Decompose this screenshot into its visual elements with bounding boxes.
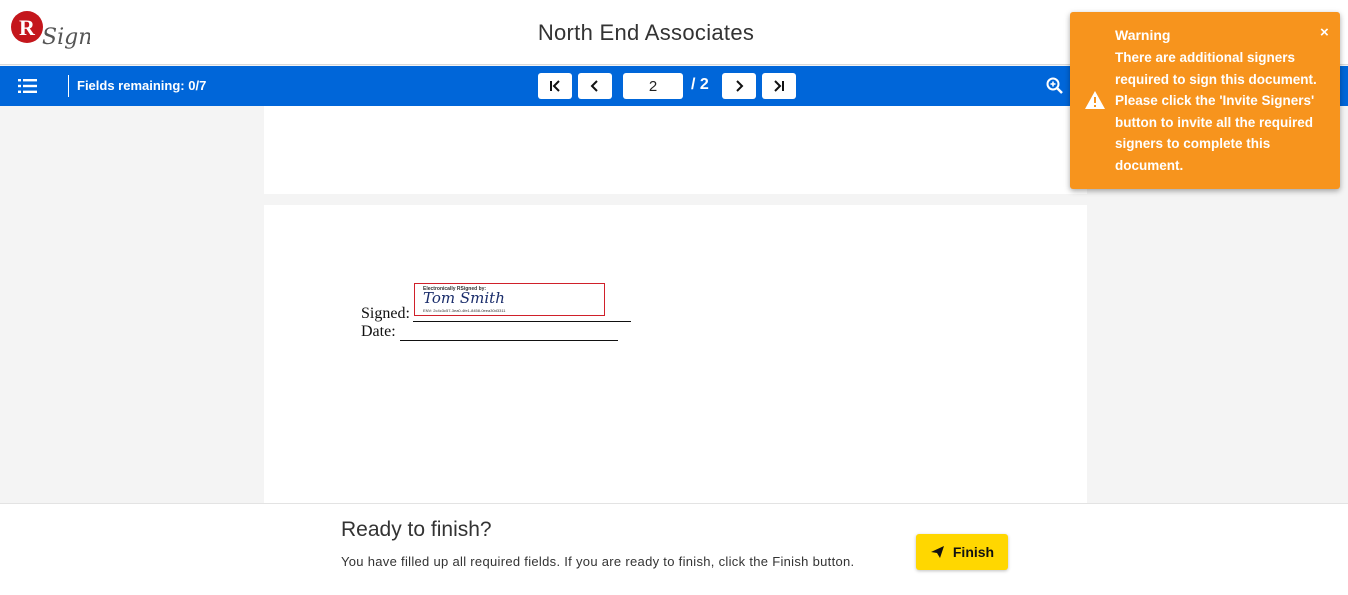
toolbar-divider (68, 75, 69, 97)
zoom-in-icon[interactable] (1045, 76, 1065, 96)
page-total: / 2 (691, 76, 709, 93)
signed-label: Signed: (361, 305, 410, 322)
chevron-right-icon (736, 80, 744, 92)
previous-page-button[interactable] (578, 73, 612, 99)
list-menu-icon[interactable] (16, 76, 40, 96)
signature-field[interactable]: Electronically RSigned by: Tom Smith ENV… (414, 283, 605, 316)
toast-message: There are additional signers required to… (1115, 50, 1317, 173)
warning-toast: Warning There are additional signers req… (1070, 12, 1340, 189)
finish-button[interactable]: Finish (916, 534, 1008, 570)
paper-plane-icon (930, 546, 944, 558)
fields-remaining-value: 0/7 (188, 78, 207, 93)
date-label: Date: (361, 323, 396, 340)
signature-envelope-id: ENV: 2c4c3c57-3ea0-4fe1-8458-0eea30d3311 (423, 308, 506, 313)
toast-title: Warning (1115, 27, 1171, 43)
page-number-input[interactable] (623, 73, 683, 99)
finish-footer: Ready to finish? You have filled up all … (0, 503, 1348, 595)
footer-message: You have filled up all required fields. … (341, 554, 855, 569)
last-page-button[interactable] (762, 73, 796, 99)
document-page-1 (264, 106, 1087, 194)
document-page-2: Signed: Date: Electronically RSigned by:… (264, 205, 1087, 505)
fields-remaining-label: Fields remaining: (77, 78, 185, 93)
last-page-icon (774, 80, 784, 92)
warning-icon (1084, 90, 1106, 110)
first-page-icon (550, 80, 560, 92)
next-page-button[interactable] (722, 73, 756, 99)
footer-title: Ready to finish? (341, 518, 492, 541)
signature-name: Tom Smith (423, 289, 505, 307)
close-icon[interactable]: × (1320, 24, 1329, 41)
date-line (400, 340, 618, 341)
fields-remaining: Fields remaining: 0/7 (77, 78, 206, 93)
signed-line (413, 321, 631, 322)
chevron-left-icon (590, 80, 598, 92)
first-page-button[interactable] (538, 73, 572, 99)
finish-label: Finish (952, 544, 995, 560)
